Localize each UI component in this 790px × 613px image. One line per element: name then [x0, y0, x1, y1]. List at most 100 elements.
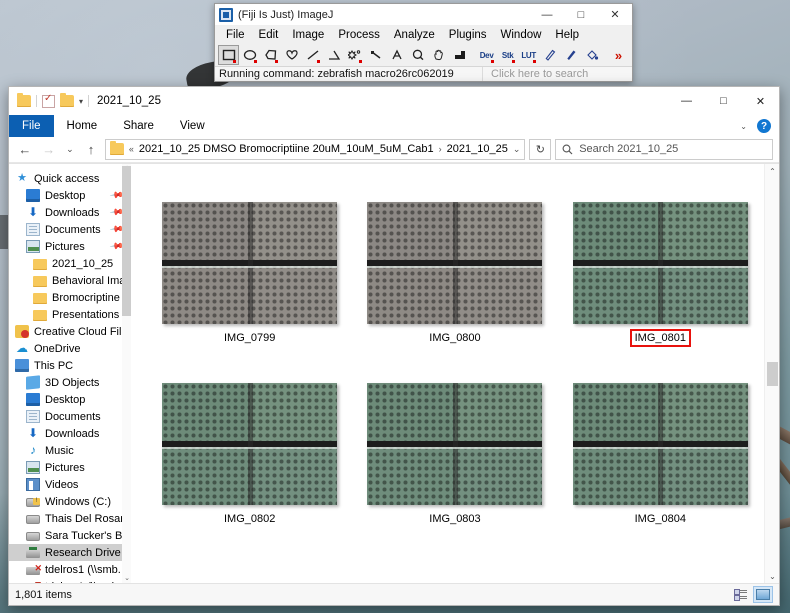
sidebar-scrollbar[interactable]: ⌃ ⌄ — [122, 164, 131, 583]
search-input[interactable]: Search 2021_10_25 — [579, 143, 678, 155]
imagej-search-field[interactable]: Click here to search — [482, 67, 632, 81]
file-label[interactable]: IMG_0804 — [632, 512, 689, 526]
sidebar-item-sara-backup[interactable]: Sara Tucker's Ba — [9, 527, 131, 544]
explorer-close-button[interactable]: ✕ — [742, 87, 779, 115]
menu-window[interactable]: Window — [494, 28, 549, 42]
tab-home[interactable]: Home — [54, 115, 111, 137]
explorer-titlebar[interactable]: ▾ 2021_10_25 — □ ✕ — [9, 87, 779, 115]
sidebar-item-pictures[interactable]: Pictures 📌 — [9, 238, 131, 255]
brush-tool[interactable] — [560, 45, 581, 65]
sidebar-item-2021-10-25[interactable]: 2021_10_25 — [9, 255, 131, 272]
details-view-button[interactable] — [730, 586, 750, 603]
sidebar-item-thais-drive[interactable]: Thais Del Rosario — [9, 510, 131, 527]
file-label[interactable]: IMG_0802 — [221, 512, 278, 526]
chevron-down-icon[interactable]: ⌄ — [740, 122, 747, 131]
freehand-tool[interactable] — [281, 45, 302, 65]
file-list-pane[interactable]: IMG_0799 IMG_0800 IMG_0801 IMG_0802 IMG_… — [131, 164, 779, 583]
file-label[interactable]: IMG_0800 — [426, 331, 483, 345]
file-label[interactable]: IMG_0803 — [426, 512, 483, 526]
file-thumbnail[interactable] — [367, 383, 543, 505]
sidebar-item-tdelros1-a[interactable]: tdelros1 (\\smb. — [9, 561, 131, 578]
wand-tool[interactable] — [365, 45, 386, 65]
text-tool[interactable] — [386, 45, 407, 65]
line-tool[interactable] — [302, 45, 323, 65]
refresh-button[interactable]: ↻ — [529, 138, 552, 160]
file-explorer-window[interactable]: ▾ 2021_10_25 — □ ✕ File Home Share View … — [8, 86, 780, 606]
tab-file[interactable]: File — [9, 115, 54, 137]
sidebar-item-pc-documents[interactable]: Documents — [9, 408, 131, 425]
scroll-down-icon[interactable]: ⌄ — [124, 574, 130, 582]
sidebar-item-tdelros1-b[interactable]: tdelros1 (\\smb. — [9, 578, 131, 583]
file-item[interactable]: IMG_0804 — [560, 383, 760, 526]
content-scrollbar-thumb[interactable] — [767, 362, 778, 386]
oval-tool[interactable] — [239, 45, 260, 65]
dev-tool[interactable]: Dev — [476, 45, 497, 65]
file-thumbnail[interactable] — [572, 202, 748, 324]
imagej-titlebar[interactable]: (Fiji Is Just) ImageJ — □ ✕ — [215, 4, 632, 26]
tab-view[interactable]: View — [167, 115, 218, 137]
sidebar-item-pc-desktop[interactable]: Desktop — [9, 391, 131, 408]
back-button[interactable]: ← — [15, 139, 35, 159]
search-box[interactable]: Search 2021_10_25 — [555, 138, 773, 160]
sidebar-item-quick-access[interactable]: ★ Quick access — [9, 170, 131, 187]
file-item[interactable]: IMG_0803 — [355, 383, 555, 526]
imagej-window[interactable]: (Fiji Is Just) ImageJ — □ ✕ File Edit Im… — [214, 3, 633, 82]
pencil-tool[interactable] — [539, 45, 560, 65]
explorer-maximize-button[interactable]: □ — [705, 87, 742, 115]
forward-button[interactable]: → — [39, 139, 59, 159]
sidebar-item-documents[interactable]: Documents 📌 — [9, 221, 131, 238]
chevron-down-icon[interactable]: ⌄ — [513, 144, 521, 155]
quick-access-toolbar[interactable]: ▾ — [17, 93, 90, 108]
explorer-minimize-button[interactable]: — — [668, 87, 705, 115]
help-icon[interactable]: ? — [757, 119, 771, 133]
sidebar-item-bromocriptine[interactable]: Bromocriptine S — [9, 289, 131, 306]
point-tool[interactable] — [344, 45, 365, 65]
hand-tool[interactable] — [428, 45, 449, 65]
sidebar-item-windows-c[interactable]: Windows (C:) — [9, 493, 131, 510]
file-item[interactable]: IMG_0799 — [150, 202, 350, 345]
sidebar-item-music[interactable]: ♪ Music — [9, 442, 131, 459]
breadcrumb-segment-parent[interactable]: 2021_10_25 DMSO Bromocriptiine 20uM_10uM… — [139, 143, 434, 155]
properties-icon[interactable] — [42, 93, 55, 108]
sidebar-item-research-drive[interactable]: Research Drive (I — [9, 544, 131, 561]
file-thumbnail[interactable] — [162, 202, 338, 324]
sidebar-item-behavioral-imaging[interactable]: Behavioral Imag — [9, 272, 131, 289]
more-tools-icon[interactable]: » — [608, 45, 629, 65]
menu-plugins[interactable]: Plugins — [442, 28, 494, 42]
lut-tool[interactable]: LUT — [518, 45, 539, 65]
file-item[interactable]: IMG_0802 — [150, 383, 350, 526]
breadcrumb-overflow[interactable]: « — [129, 144, 134, 154]
stk-tool[interactable]: Stk — [497, 45, 518, 65]
menu-process[interactable]: Process — [331, 28, 387, 42]
menu-image[interactable]: Image — [285, 28, 331, 42]
imagej-maximize-button[interactable]: □ — [564, 4, 598, 25]
file-item[interactable]: IMG_0800 — [355, 202, 555, 345]
tab-share[interactable]: Share — [110, 115, 167, 137]
sidebar-item-downloads[interactable]: ⬇ Downloads 📌 — [9, 204, 131, 221]
sidebar-scrollbar-thumb[interactable] — [122, 166, 131, 316]
dropper-tool[interactable] — [449, 45, 470, 65]
address-bar[interactable]: « 2021_10_25 DMSO Bromocriptiine 20uM_10… — [104, 138, 526, 160]
sidebar-item-3d-objects[interactable]: 3D Objects — [9, 374, 131, 391]
flood-fill-tool[interactable] — [581, 45, 602, 65]
rectangle-tool[interactable] — [218, 45, 240, 65]
up-button[interactable]: ↑ — [81, 139, 101, 159]
imagej-minimize-button[interactable]: — — [530, 4, 564, 25]
sidebar-item-videos[interactable]: Videos — [9, 476, 131, 493]
sidebar-item-pc-pictures[interactable]: Pictures — [9, 459, 131, 476]
new-folder-icon[interactable] — [60, 93, 74, 107]
content-scrollbar[interactable]: ⌃ ⌄ — [764, 164, 779, 583]
scroll-down-icon[interactable]: ⌄ — [765, 569, 779, 583]
sidebar-item-pc-downloads[interactable]: ⬇ Downloads — [9, 425, 131, 442]
polygon-tool[interactable] — [260, 45, 281, 65]
scroll-up-icon[interactable]: ⌃ — [765, 164, 779, 178]
file-label[interactable]: IMG_0799 — [221, 331, 278, 345]
file-label-highlighted[interactable]: IMG_0801 — [629, 329, 692, 347]
chevron-down-icon[interactable]: ▾ — [79, 97, 83, 106]
recent-locations-button[interactable]: ⌄ — [63, 139, 77, 159]
sidebar-item-desktop[interactable]: Desktop 📌 — [9, 187, 131, 204]
menu-help[interactable]: Help — [548, 28, 586, 42]
large-icons-view-button[interactable] — [753, 586, 773, 603]
sidebar-item-presentations[interactable]: Presentations an — [9, 306, 131, 323]
sidebar-item-this-pc[interactable]: This PC — [9, 357, 131, 374]
